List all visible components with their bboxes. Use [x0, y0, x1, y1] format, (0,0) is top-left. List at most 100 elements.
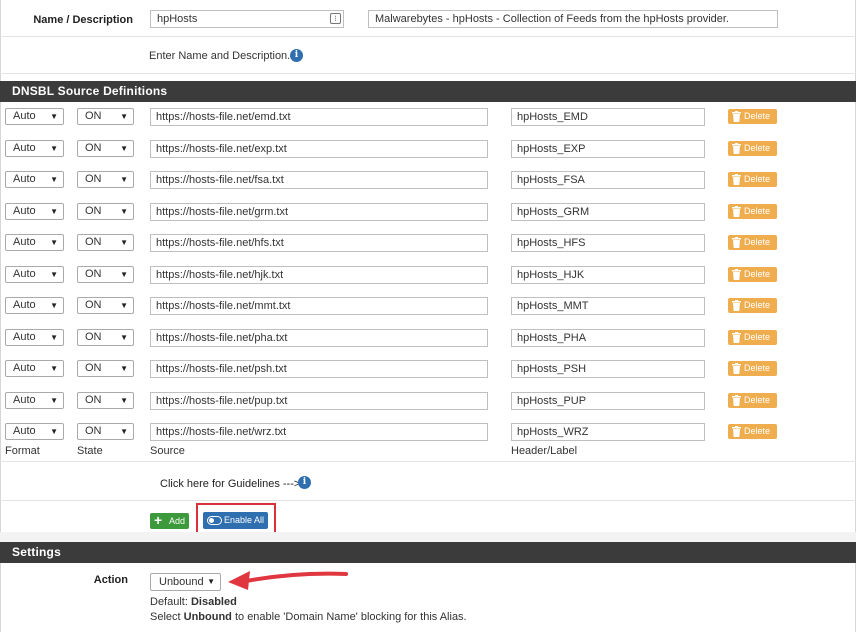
format-select[interactable]: Auto ▼ — [5, 423, 64, 440]
source-row: Auto ▼ ON ▼ https://hosts-file.net/fsa.txt hp… — [0, 170, 856, 194]
name-input[interactable]: hpHosts ⁝ — [150, 10, 344, 28]
add-button-label: Add — [169, 516, 186, 526]
caret-down-icon: ▼ — [50, 427, 58, 436]
delete-button[interactable]: Delete — [728, 361, 777, 376]
info-circle-icon[interactable]: i — [290, 49, 303, 62]
source-url-input[interactable]: https://hosts-file.net/pup.txt — [150, 392, 488, 410]
source-url-input[interactable]: https://hosts-file.net/pha.txt — [150, 329, 488, 347]
delete-button[interactable]: Delete — [728, 267, 777, 282]
format-select[interactable]: Auto ▼ — [5, 203, 64, 220]
action-select[interactable]: Unbound ▼ — [150, 573, 221, 591]
name-input-value: hpHosts — [157, 13, 198, 25]
header-label-input[interactable]: hpHosts_GRM — [511, 203, 705, 221]
red-arrow-icon — [228, 571, 348, 590]
format-select-value: Auto — [13, 110, 36, 122]
source-url-input[interactable]: https://hosts-file.net/grm.txt — [150, 203, 488, 221]
delete-button-label: Delete — [744, 426, 771, 436]
source-url-input[interactable]: https://hosts-file.net/psh.txt — [150, 360, 488, 378]
source-url-value: https://hosts-file.net/exp.txt — [156, 143, 287, 155]
delete-button[interactable]: Delete — [728, 424, 777, 439]
state-select[interactable]: ON ▼ — [77, 234, 134, 251]
source-url-input[interactable]: https://hosts-file.net/hjk.txt — [150, 266, 488, 284]
format-select[interactable]: Auto ▼ — [5, 140, 64, 157]
delete-button[interactable]: Delete — [728, 235, 777, 250]
format-select[interactable]: Auto ▼ — [5, 171, 64, 188]
delete-button-label: Delete — [744, 300, 771, 310]
header-label-input[interactable]: hpHosts_HJK — [511, 266, 705, 284]
header-label-input[interactable]: hpHosts_EXP — [511, 140, 705, 158]
delete-button-label: Delete — [744, 206, 771, 216]
add-button[interactable]: + Add — [150, 513, 189, 529]
delete-button-label: Delete — [744, 332, 771, 342]
header-label-value: hpHosts_WRZ — [517, 426, 589, 438]
source-url-input[interactable]: https://hosts-file.net/exp.txt — [150, 140, 488, 158]
state-select[interactable]: ON ▼ — [77, 203, 134, 220]
format-select[interactable]: Auto ▼ — [5, 329, 64, 346]
header-label-input[interactable]: hpHosts_MMT — [511, 297, 705, 315]
source-url-input[interactable]: https://hosts-file.net/emd.txt — [150, 108, 488, 126]
trash-icon — [732, 426, 741, 437]
state-select[interactable]: ON ▼ — [77, 108, 134, 125]
info-circle-icon[interactable]: i — [298, 476, 311, 489]
source-url-value: https://hosts-file.net/pup.txt — [156, 395, 288, 407]
state-select[interactable]: ON ▼ — [77, 171, 134, 188]
section-spacer — [0, 532, 856, 542]
caret-down-icon: ▼ — [50, 396, 58, 405]
header-label-input[interactable]: hpHosts_PSH — [511, 360, 705, 378]
caret-down-icon: ▼ — [120, 207, 128, 216]
delete-button-label: Delete — [744, 143, 771, 153]
format-select-value: Auto — [13, 331, 36, 343]
source-url-input[interactable]: https://hosts-file.net/fsa.txt — [150, 171, 488, 189]
format-select[interactable]: Auto ▼ — [5, 392, 64, 409]
caret-down-icon: ▼ — [120, 364, 128, 373]
header-label-value: hpHosts_MMT — [517, 300, 589, 312]
delete-button[interactable]: Delete — [728, 330, 777, 345]
trash-icon — [732, 332, 741, 343]
caret-down-icon: ▼ — [120, 144, 128, 153]
state-select[interactable]: ON ▼ — [77, 266, 134, 283]
header-label-input[interactable]: hpHosts_HFS — [511, 234, 705, 252]
format-select[interactable]: Auto ▼ — [5, 297, 64, 314]
format-select[interactable]: Auto ▼ — [5, 360, 64, 377]
header-label-input[interactable]: hpHosts_EMD — [511, 108, 705, 126]
delete-button[interactable]: Delete — [728, 141, 777, 156]
header-label-input[interactable]: hpHosts_FSA — [511, 171, 705, 189]
header-label-input[interactable]: hpHosts_PUP — [511, 392, 705, 410]
header-label-input[interactable]: hpHosts_PHA — [511, 329, 705, 347]
state-select[interactable]: ON ▼ — [77, 392, 134, 409]
delete-button[interactable]: Delete — [728, 393, 777, 408]
state-select[interactable]: ON ▼ — [77, 297, 134, 314]
default-prefix: Default: — [150, 596, 191, 608]
header-label-input[interactable]: hpHosts_WRZ — [511, 423, 705, 441]
description-input[interactable]: Malwarebytes - hpHosts - Collection of F… — [368, 10, 778, 28]
header-label-value: hpHosts_EXP — [517, 143, 586, 155]
trash-icon — [732, 300, 741, 311]
state-select[interactable]: ON ▼ — [77, 423, 134, 440]
delete-button[interactable]: Delete — [728, 172, 777, 187]
caret-down-icon: ▼ — [120, 238, 128, 247]
caret-down-icon: ▼ — [50, 238, 58, 247]
caret-down-icon: ▼ — [50, 112, 58, 121]
header-label-value: hpHosts_GRM — [517, 206, 590, 218]
state-select[interactable]: ON ▼ — [77, 140, 134, 157]
format-select[interactable]: Auto ▼ — [5, 266, 64, 283]
enable-all-button[interactable]: Enable All — [203, 512, 268, 529]
state-select-value: ON — [85, 173, 102, 185]
source-url-input[interactable]: https://hosts-file.net/hfs.txt — [150, 234, 488, 252]
source-url-input[interactable]: https://hosts-file.net/mmt.txt — [150, 297, 488, 315]
guidelines-text[interactable]: Click here for Guidelines ---> — [160, 478, 300, 490]
format-select[interactable]: Auto ▼ — [5, 108, 64, 125]
format-select[interactable]: Auto ▼ — [5, 234, 64, 251]
state-select[interactable]: ON ▼ — [77, 329, 134, 346]
caret-down-icon: ▼ — [120, 333, 128, 342]
format-select-value: Auto — [13, 362, 36, 374]
column-source-label: Source — [150, 445, 185, 457]
action-help-text: Select Unbound to enable 'Domain Name' b… — [150, 611, 467, 623]
delete-button[interactable]: Delete — [728, 109, 777, 124]
delete-button[interactable]: Delete — [728, 204, 777, 219]
source-url-input[interactable]: https://hosts-file.net/wrz.txt — [150, 423, 488, 441]
delete-button[interactable]: Delete — [728, 298, 777, 313]
toggle-icon — [207, 516, 222, 525]
state-select-value: ON — [85, 299, 102, 311]
state-select[interactable]: ON ▼ — [77, 360, 134, 377]
